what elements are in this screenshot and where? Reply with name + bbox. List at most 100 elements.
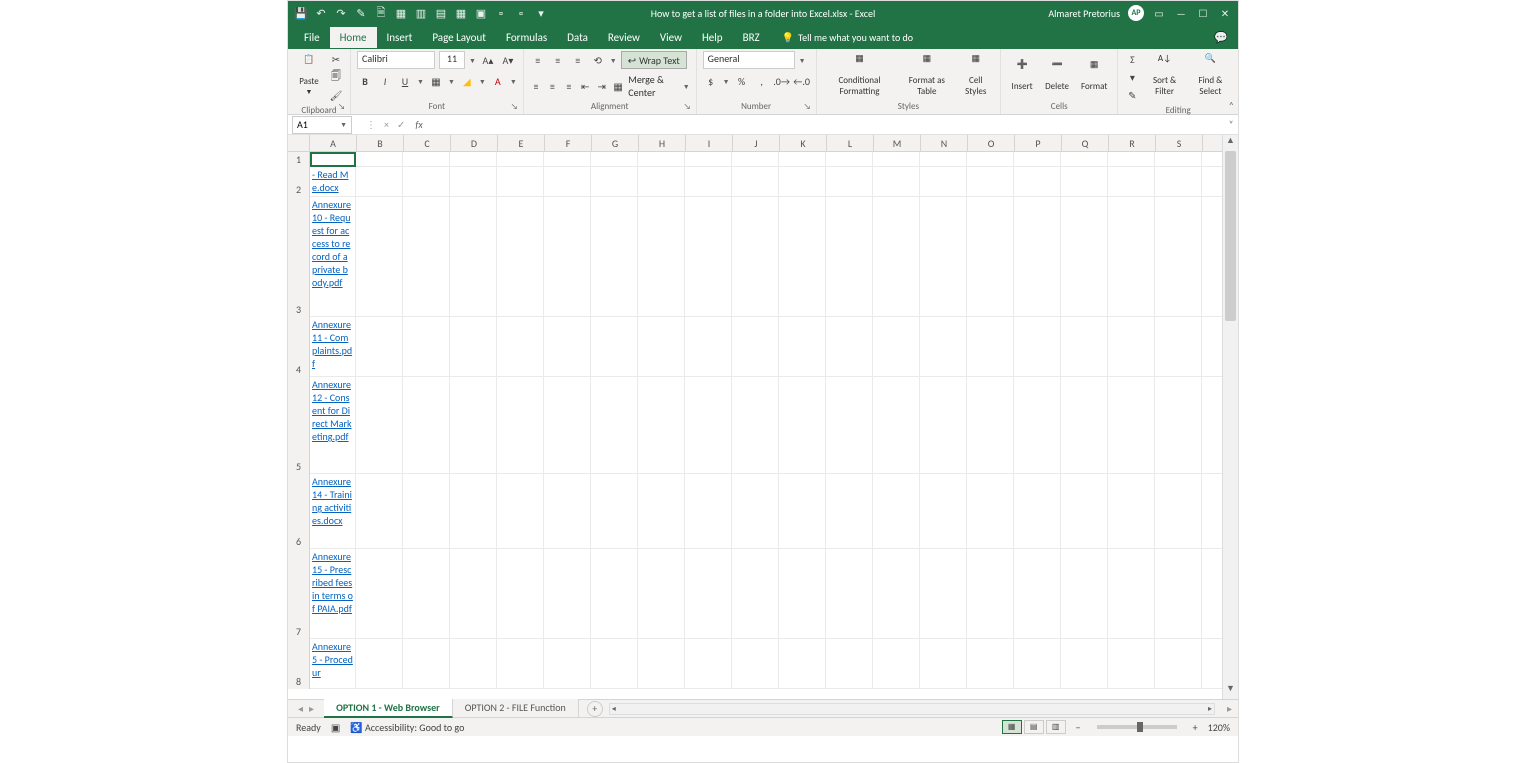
- ribbon-display-icon[interactable]: ▭: [1152, 6, 1166, 20]
- align-left-icon[interactable]: ≡: [530, 78, 542, 94]
- cell[interactable]: [591, 377, 638, 474]
- sheet-tab[interactable]: OPTION 1 - Web Browser: [324, 699, 453, 718]
- scroll-down-icon[interactable]: ▼: [1223, 683, 1238, 699]
- indent-decrease-icon[interactable]: ⇤: [579, 78, 591, 94]
- cell[interactable]: [732, 152, 779, 167]
- column-header-S[interactable]: S: [1156, 135, 1203, 152]
- cell[interactable]: [1014, 639, 1061, 689]
- align-center-icon[interactable]: ≡: [546, 78, 558, 94]
- cell[interactable]: [826, 377, 873, 474]
- zoom-level[interactable]: 120%: [1208, 721, 1230, 734]
- ribbon-tab-help[interactable]: Help: [692, 27, 733, 48]
- cell[interactable]: [779, 377, 826, 474]
- grid-row[interactable]: 5Annexure 12 - Consent for Direct Market…: [288, 377, 1222, 474]
- wrap-text-button[interactable]: ↩ Wrap Text: [621, 51, 687, 69]
- cell[interactable]: [1061, 639, 1108, 689]
- cell[interactable]: [779, 639, 826, 689]
- cell[interactable]: [873, 377, 920, 474]
- clear-icon[interactable]: ✎: [1124, 87, 1140, 103]
- row-header[interactable]: 5: [288, 377, 310, 474]
- column-header-R[interactable]: R: [1109, 135, 1156, 152]
- normal-view-button[interactable]: ▦: [1002, 720, 1022, 734]
- number-format-select[interactable]: General: [703, 51, 795, 69]
- name-box[interactable]: A1 ▼: [292, 116, 352, 134]
- conditional-formatting-button[interactable]: ▦Conditional Formatting: [823, 51, 897, 99]
- currency-icon[interactable]: $: [703, 73, 719, 89]
- cell[interactable]: [779, 167, 826, 197]
- cell[interactable]: [1014, 377, 1061, 474]
- fill-color-icon[interactable]: ◢: [459, 73, 475, 89]
- grid-row[interactable]: 8Annexure 5 - Procedur: [288, 639, 1222, 689]
- cell[interactable]: [1014, 167, 1061, 197]
- underline-button[interactable]: U: [397, 73, 413, 89]
- cell[interactable]: [732, 377, 779, 474]
- cell[interactable]: [873, 167, 920, 197]
- column-header-F[interactable]: F: [545, 135, 592, 152]
- cancel-formula-icon[interactable]: ⋮: [366, 118, 376, 131]
- cell[interactable]: [779, 474, 826, 549]
- ribbon-tab-formulas[interactable]: Formulas: [496, 27, 557, 48]
- cell[interactable]: [1108, 474, 1155, 549]
- font-dialog-launcher-icon[interactable]: ↘: [511, 102, 521, 112]
- alignment-dialog-launcher-icon[interactable]: ↘: [684, 102, 694, 112]
- column-header-M[interactable]: M: [874, 135, 921, 152]
- cell[interactable]: [591, 639, 638, 689]
- cell[interactable]: [967, 549, 1014, 639]
- cell[interactable]: [826, 474, 873, 549]
- cell[interactable]: [826, 317, 873, 377]
- grid-row[interactable]: 2- Read Me.docx: [288, 167, 1222, 197]
- row-header[interactable]: 8: [288, 639, 310, 689]
- cell[interactable]: [920, 474, 967, 549]
- cell[interactable]: [497, 377, 544, 474]
- column-header-Q[interactable]: Q: [1062, 135, 1109, 152]
- cell[interactable]: [638, 639, 685, 689]
- font-name-select[interactable]: Calibri: [357, 51, 435, 69]
- vertical-scrollbar[interactable]: ▲ ▼: [1222, 135, 1238, 699]
- accessibility-status[interactable]: ♿ Accessibility: Good to go: [350, 721, 464, 734]
- format-cells-button[interactable]: ▦Format: [1077, 51, 1111, 99]
- cell[interactable]: [920, 197, 967, 317]
- tell-me-search[interactable]: 💡 Tell me what you want to do: [782, 31, 913, 44]
- sheet-tab[interactable]: OPTION 2 - FILE Function: [453, 699, 579, 718]
- column-header-C[interactable]: C: [404, 135, 451, 152]
- row-header[interactable]: 1: [288, 152, 310, 167]
- user-name[interactable]: Almaret Pretorius: [1048, 7, 1120, 20]
- cell[interactable]: [1108, 377, 1155, 474]
- format-as-table-button[interactable]: ▦Format as Table: [900, 51, 953, 99]
- format-painter-icon[interactable]: 🖌: [328, 87, 344, 103]
- cell[interactable]: [544, 167, 591, 197]
- cell[interactable]: [1155, 152, 1202, 167]
- cell[interactable]: [1108, 152, 1155, 167]
- ribbon-tab-review[interactable]: Review: [598, 27, 650, 48]
- select-all-button[interactable]: [288, 135, 310, 152]
- cell[interactable]: [1155, 317, 1202, 377]
- macro-record-icon[interactable]: ▣: [331, 721, 340, 734]
- column-header-J[interactable]: J: [733, 135, 780, 152]
- cell[interactable]: [685, 152, 732, 167]
- align-middle-icon[interactable]: ≡: [550, 52, 566, 68]
- cell[interactable]: Annexure 15 - Prescribed fees in terms o…: [310, 549, 356, 639]
- cell[interactable]: [497, 317, 544, 377]
- ribbon-tab-home[interactable]: Home: [330, 27, 377, 48]
- cell[interactable]: [638, 197, 685, 317]
- fill-icon[interactable]: ▾: [1124, 69, 1140, 85]
- cell[interactable]: [544, 377, 591, 474]
- row-header[interactable]: 2: [288, 167, 310, 197]
- hyperlink[interactable]: Annexure 15 - Prescribed fees in terms o…: [312, 550, 353, 615]
- font-size-select[interactable]: 11: [439, 51, 465, 69]
- formula-input[interactable]: [429, 116, 1218, 134]
- cell[interactable]: [403, 317, 450, 377]
- cell[interactable]: [356, 197, 403, 317]
- column-header-I[interactable]: I: [686, 135, 733, 152]
- grid-row[interactable]: 3Annexure 10 - Request for access to rec…: [288, 197, 1222, 317]
- column-header-H[interactable]: H: [639, 135, 686, 152]
- cell[interactable]: Annexure 5 - Procedur: [310, 639, 356, 689]
- column-header-N[interactable]: N: [921, 135, 968, 152]
- cell[interactable]: [779, 549, 826, 639]
- close-icon[interactable]: ✕: [1218, 6, 1232, 20]
- cell[interactable]: [591, 152, 638, 167]
- cell[interactable]: [967, 152, 1014, 167]
- cell[interactable]: [779, 152, 826, 167]
- cell[interactable]: [403, 167, 450, 197]
- cell[interactable]: [920, 152, 967, 167]
